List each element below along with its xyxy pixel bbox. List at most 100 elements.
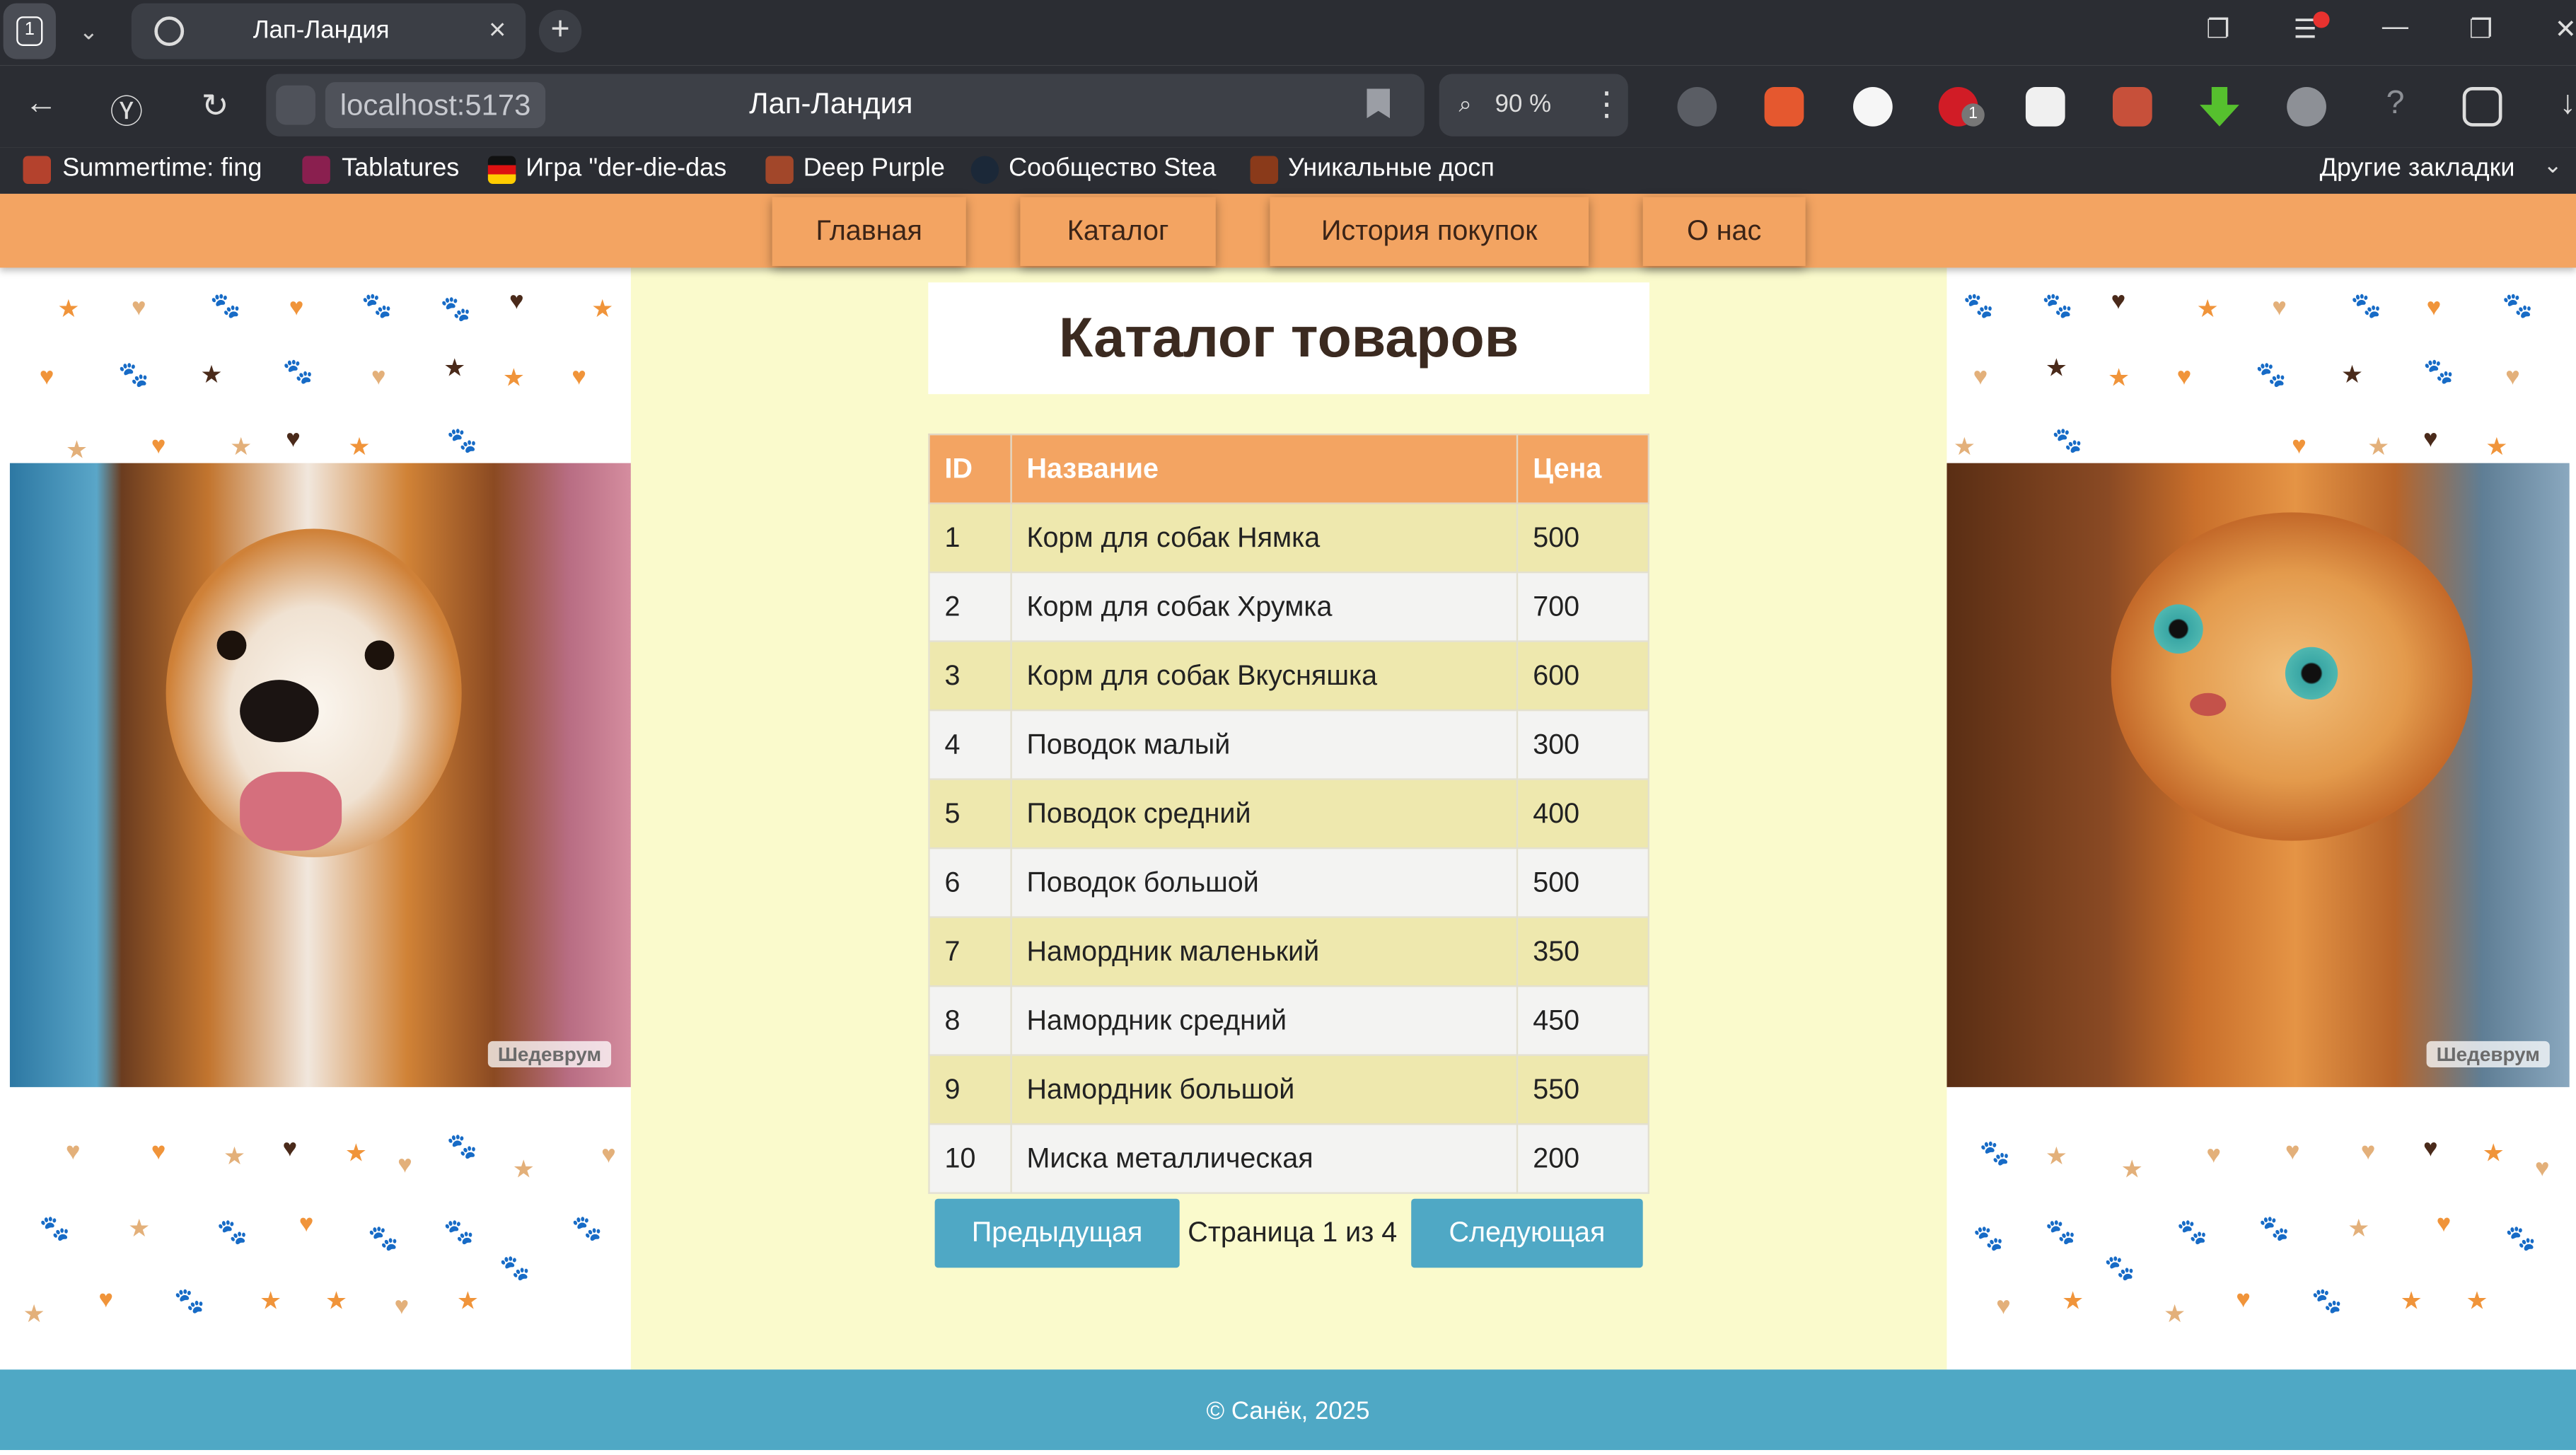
table-row[interactable]: 4 Поводок малый 300 [928, 709, 1649, 780]
tab-counter-button[interactable]: 1 [3, 3, 56, 59]
table-row[interactable]: 8 Намордник средний 450 [928, 985, 1649, 1056]
cell-price: 700 [1516, 571, 1649, 642]
heart-icon: ♥ [1996, 1292, 2011, 1321]
star-icon: ★ [325, 1287, 348, 1316]
table-row[interactable]: 6 Поводок большой 500 [928, 847, 1649, 918]
extension-icon-2[interactable] [2112, 87, 2152, 127]
bookmark-item[interactable]: Deep Purple [803, 154, 951, 184]
close-window-icon[interactable]: ✕ [2555, 13, 2576, 46]
nav-home[interactable]: Главная [772, 197, 966, 267]
next-page-button[interactable]: Следующая [1411, 1198, 1643, 1268]
table-row[interactable]: 7 Намордник маленький 350 [928, 916, 1649, 987]
cell-id: 1 [928, 502, 1012, 574]
tab-count: 1 [16, 16, 43, 47]
more-icon[interactable]: ⋮ [1590, 83, 1623, 124]
table-row[interactable]: 9 Намордник большой 550 [928, 1054, 1649, 1125]
help-icon[interactable]: ? [2374, 86, 2416, 123]
footer-copyright: © Санёк, 2025 [1206, 1397, 1370, 1426]
star-icon: ★ [443, 354, 466, 383]
paw-icon: 🐾 [1973, 1224, 2004, 1253]
previous-page-button[interactable]: Предыдущая [934, 1198, 1180, 1268]
paw-icon: 🐾 [2045, 1218, 2077, 1247]
reload-icon[interactable]: ↻ [194, 86, 236, 127]
heart-icon: ♥ [2360, 1137, 2376, 1166]
paw-icon: 🐾 [174, 1287, 205, 1316]
cell-id: 10 [928, 1123, 1012, 1194]
star-icon: ★ [223, 1142, 246, 1171]
dog-eye [364, 640, 395, 671]
cell-id: 6 [928, 847, 1012, 918]
nav-catalog[interactable]: Каталог [1020, 197, 1216, 267]
zoom-icon: ⌕ [1458, 90, 1472, 117]
other-bookmarks[interactable]: Другие закладки [2320, 154, 2515, 184]
star-icon: ★ [2045, 1142, 2068, 1171]
star-icon: ★ [2120, 1156, 2143, 1184]
cat-eye [2285, 647, 2338, 700]
paw-icon: 🐾 [368, 1224, 399, 1253]
star-icon: ★ [65, 436, 88, 465]
star-icon: ★ [502, 364, 525, 393]
heart-icon: ♥ [2176, 363, 2192, 391]
catalog-title-box: Каталог товаров [928, 282, 1649, 395]
cell-id: 4 [928, 709, 1012, 780]
heart-icon: ♥ [398, 1151, 412, 1179]
catalog-table: ID Название Цена 1 Корм для собак Нямка 50… [928, 433, 1649, 1194]
cell-price: 350 [1516, 916, 1649, 987]
star-icon: ★ [348, 433, 371, 462]
cell-price: 500 [1516, 847, 1649, 918]
chevron-down-icon[interactable]: ⌄ [2543, 151, 2563, 179]
url-host[interactable]: localhost:5173 [325, 82, 546, 129]
watermark: Шедеврум [2426, 1040, 2550, 1068]
nav-purchase-history[interactable]: История покупок [1270, 197, 1589, 267]
paw-icon: 🐾 [446, 1132, 478, 1161]
yandex-icon[interactable]: Ⓨ [105, 86, 148, 133]
heart-icon: ♥ [2423, 425, 2438, 453]
globe-icon[interactable] [2287, 87, 2326, 127]
dog-nose [240, 680, 319, 743]
browser-tab[interactable]: Лап-Ландия × [131, 3, 526, 59]
table-row[interactable]: 5 Поводок средний 400 [928, 778, 1649, 850]
cell-name: Корм для собак Нямка [1010, 502, 1519, 574]
bookmark-item[interactable]: Tablatures [342, 154, 473, 184]
shield-extension-icon[interactable] [1764, 87, 1804, 127]
paw-icon: 🐾 [440, 295, 471, 324]
table-row[interactable]: 1 Корм для собак Нямка 500 [928, 502, 1649, 574]
restore-icon[interactable]: ❐ [2469, 13, 2493, 46]
glasses-extension-icon[interactable] [2025, 87, 2065, 127]
collections-icon[interactable]: ❐ [2206, 13, 2229, 46]
download-icon[interactable]: ↓ [2546, 86, 2576, 123]
paw-icon: 🐾 [2258, 1215, 2290, 1244]
extension-icon[interactable] [1853, 87, 1893, 127]
star-icon: ★ [1953, 433, 1975, 462]
dog-tongue [240, 772, 342, 851]
close-icon[interactable]: × [489, 13, 506, 48]
reader-icon[interactable] [2462, 87, 2502, 127]
heart-icon: ♥ [2436, 1210, 2452, 1239]
chevron-down-icon[interactable]: ⌄ [66, 10, 112, 52]
paw-icon: 🐾 [361, 292, 393, 320]
dog-eye [216, 630, 247, 661]
back-icon[interactable]: ← [20, 86, 62, 123]
cell-price: 550 [1516, 1054, 1649, 1125]
table-row[interactable]: 10 Миска металлическая 200 [928, 1123, 1649, 1194]
table-row[interactable]: 3 Корм для собак Вкусняшка 600 [928, 640, 1649, 712]
heart-icon: ♥ [98, 1285, 114, 1314]
nav-about[interactable]: О нас [1642, 197, 1806, 267]
bookmark-item[interactable]: Игра "der-die-das [526, 154, 736, 184]
lightbulb-extension-icon[interactable] [1677, 87, 1717, 127]
new-tab-button[interactable]: + [538, 9, 582, 53]
site-info-icon[interactable] [276, 85, 315, 125]
heart-icon: ♥ [65, 1137, 81, 1166]
bookmark-item[interactable]: Сообщество Stea [1009, 154, 1222, 184]
heart-icon: ♥ [289, 294, 304, 323]
star-icon: ★ [2108, 364, 2130, 393]
column-header-name: Название [1010, 433, 1519, 504]
heart-icon: ♥ [2206, 1141, 2222, 1169]
cell-price: 200 [1516, 1123, 1649, 1194]
cat-nose [2190, 692, 2227, 717]
bookmark-item[interactable]: Уникальные досп [1288, 154, 1502, 184]
paw-icon: 🐾 [210, 292, 241, 320]
bookmark-item[interactable]: Summertime: fing [62, 154, 272, 184]
minimize-icon[interactable]: — [2382, 13, 2408, 43]
table-row[interactable]: 2 Корм для собак Хрумка 700 [928, 571, 1649, 642]
